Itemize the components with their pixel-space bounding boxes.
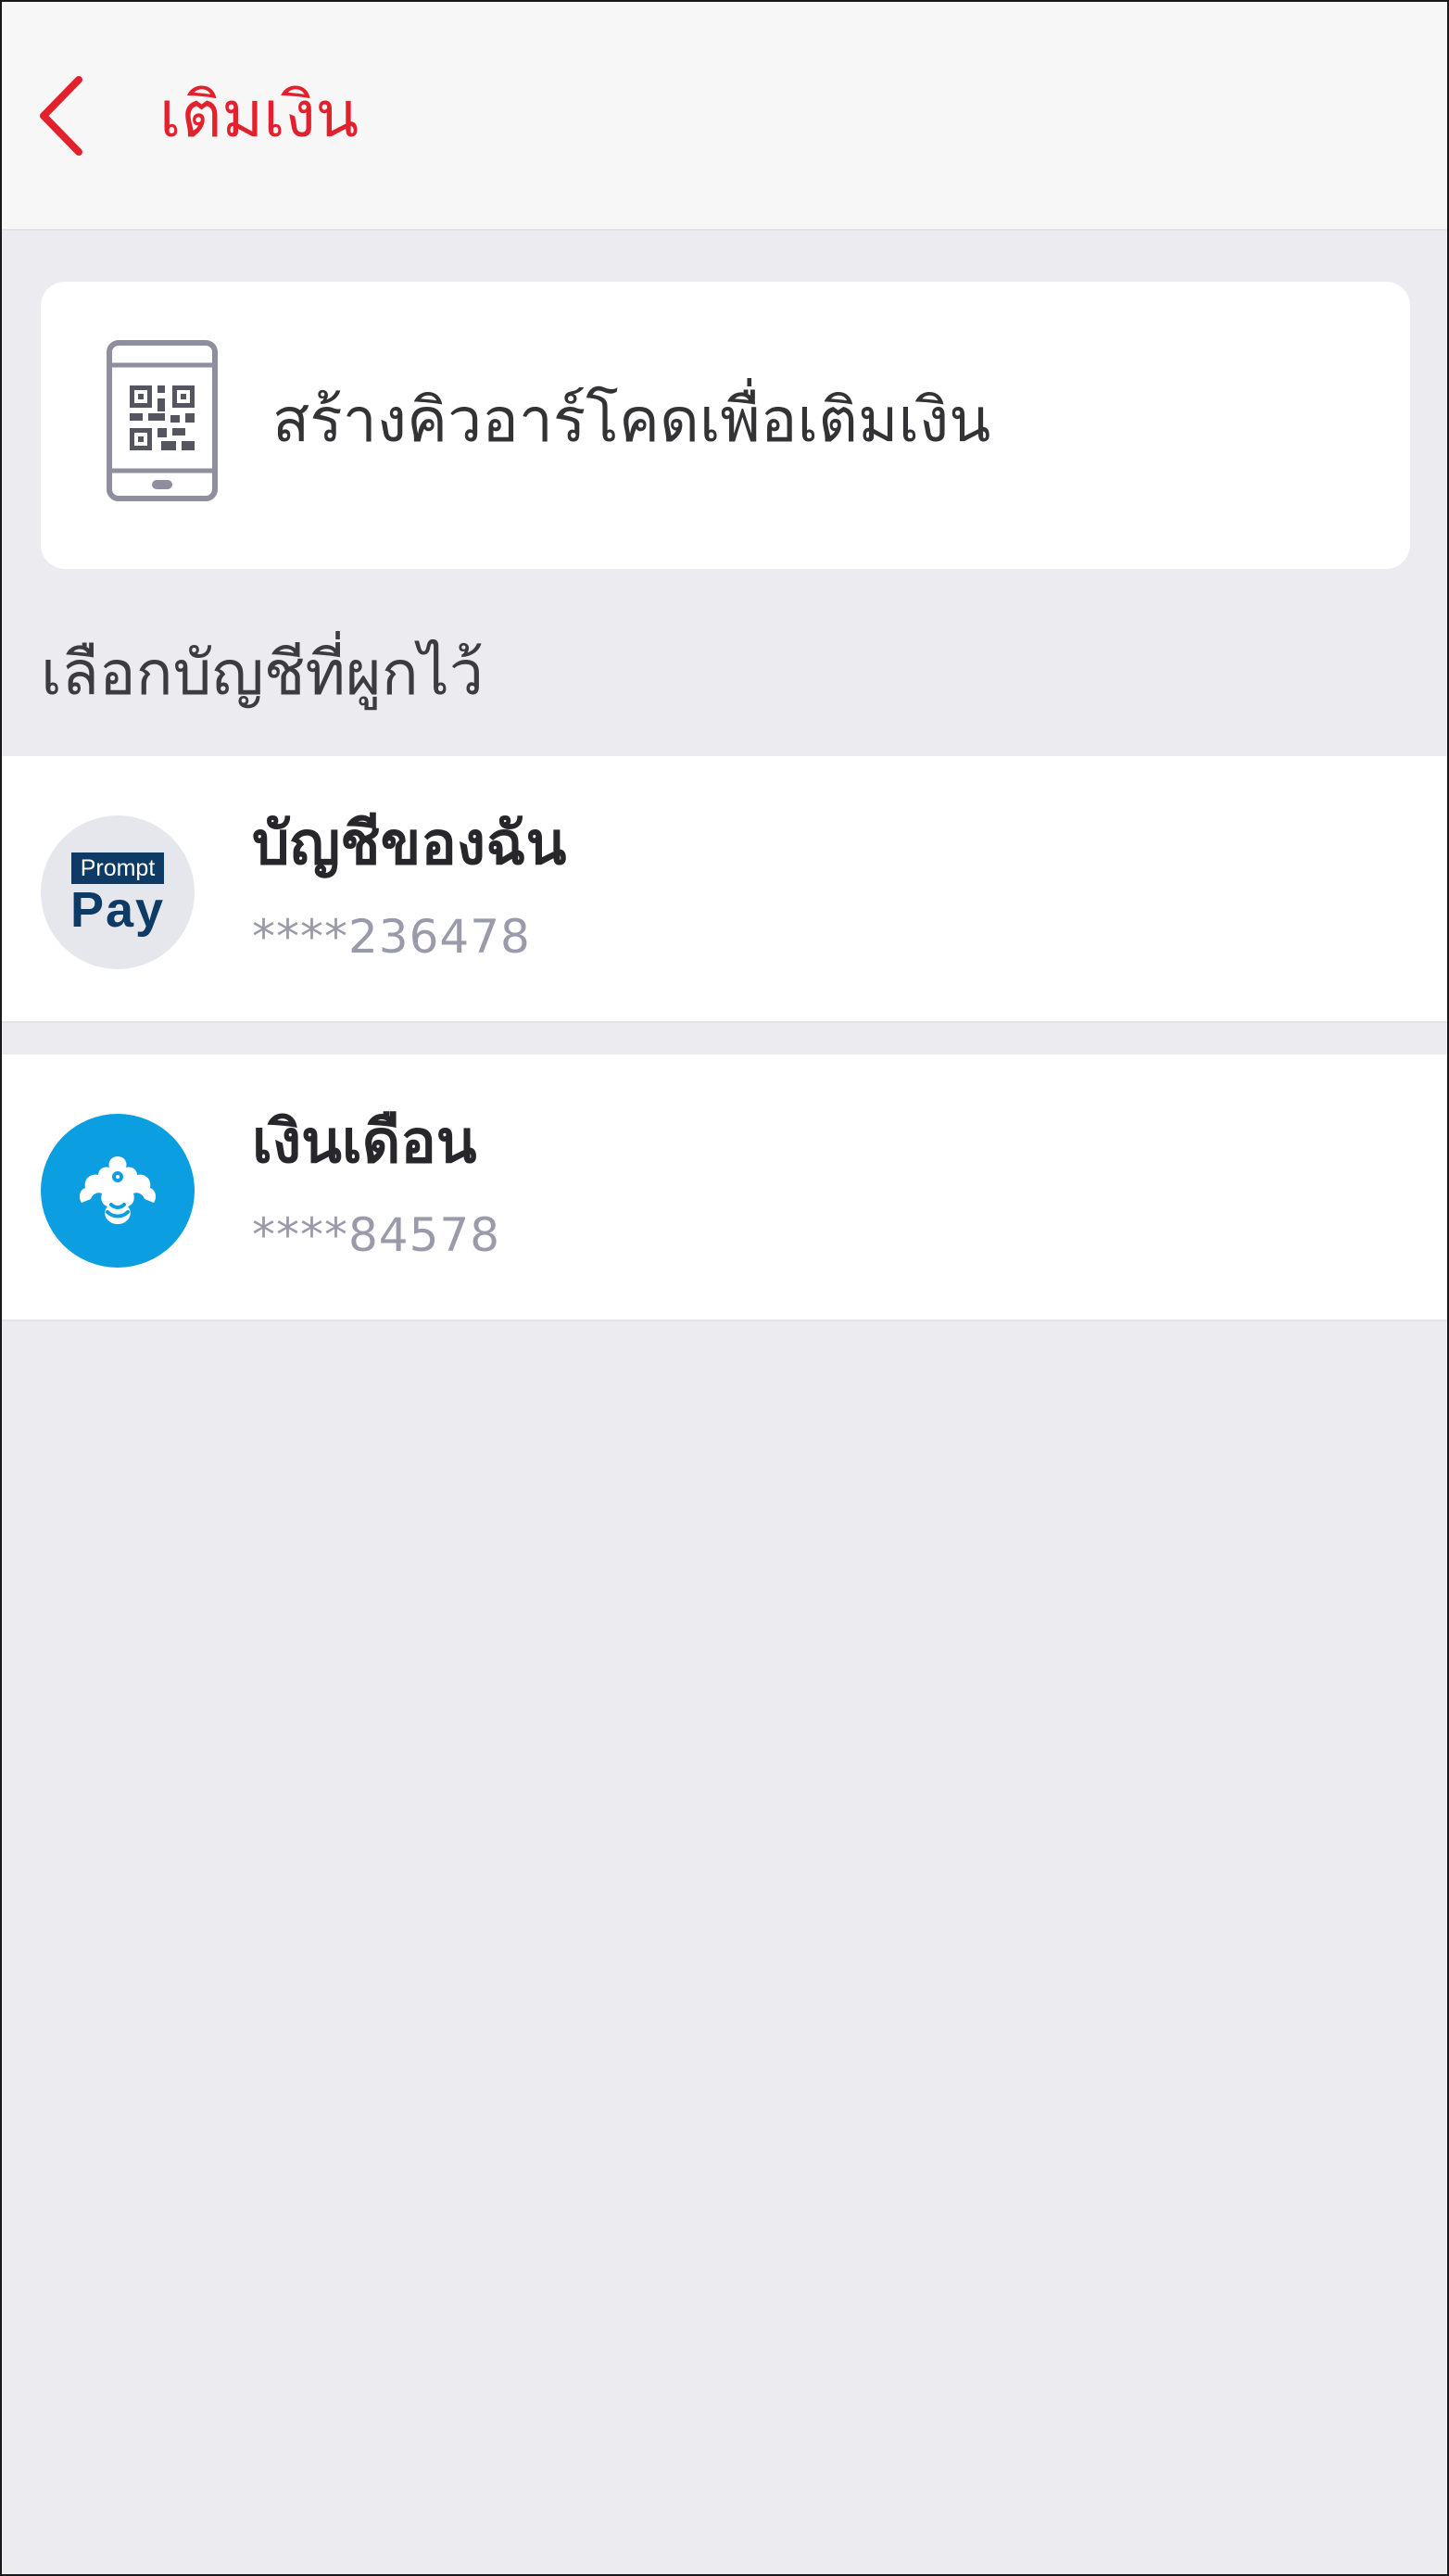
back-button[interactable]: [30, 65, 94, 167]
page-title: เติมเงิน: [159, 79, 359, 152]
promptpay-logo-bottom: Pay: [69, 882, 166, 938]
promptpay-logo: Prompt Pay: [41, 815, 195, 969]
section-title-linked-accounts: เลือกบัญชีที่ผูกไว้: [41, 638, 484, 709]
account-number: ****84578: [252, 1208, 501, 1262]
app-header: เติมเงิน: [2, 2, 1447, 231]
account-row-my-account[interactable]: Prompt Pay บัญชีของฉัน ****236478: [2, 756, 1447, 1023]
account-name: บัญชีของฉัน: [252, 810, 567, 878]
account-number: ****236478: [252, 910, 531, 964]
chevron-left-icon: [40, 76, 82, 156]
create-qr-label: สร้างคิวอาร์โคดเพื่อเติมเงิน: [272, 385, 991, 456]
kbank-logo: [41, 1114, 195, 1268]
kbank-bird-icon: [79, 1156, 157, 1224]
account-name: เงินเดือน: [252, 1108, 477, 1177]
account-row-salary[interactable]: เงินเดือน ****84578: [2, 1054, 1447, 1321]
promptpay-logo-top: Prompt: [70, 852, 165, 884]
qr-phone-icon: [107, 340, 218, 501]
create-qr-code-button[interactable]: สร้างคิวอาร์โคดเพื่อเติมเงิน: [41, 282, 1410, 569]
